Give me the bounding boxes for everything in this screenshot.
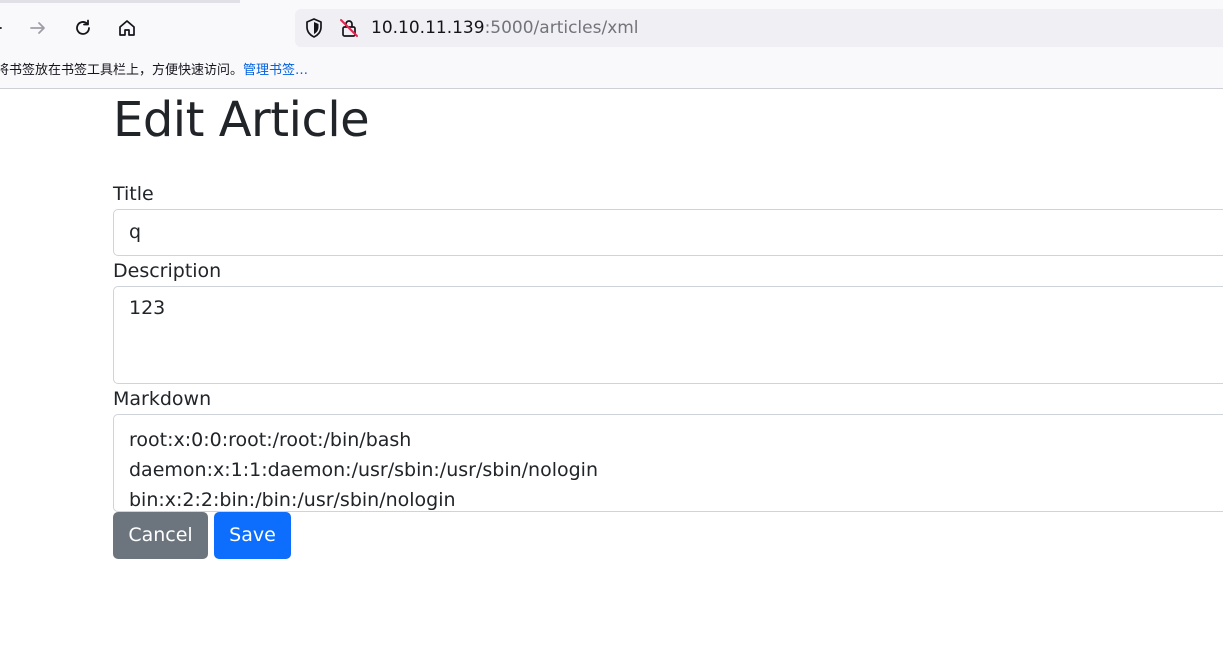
manage-bookmarks-link[interactable]: 管理书签… bbox=[243, 63, 308, 78]
cancel-button[interactable]: Cancel bbox=[113, 512, 208, 559]
arrow-left-icon bbox=[0, 27, 2, 29]
title-label: Title bbox=[113, 183, 154, 205]
page-content: Edit Article Title q Description 123 Mar… bbox=[0, 89, 1223, 653]
markdown-line: daemon:x:1:1:daemon:/usr/sbin:/usr/sbin/… bbox=[129, 459, 598, 481]
url-bar[interactable]: 10.10.11.139:5000/articles/xml bbox=[295, 9, 1223, 47]
title-input[interactable]: q bbox=[113, 209, 1223, 256]
reload-button[interactable] bbox=[67, 12, 99, 44]
markdown-line: root:x:0:0:root:/root:/bin/bash bbox=[129, 429, 412, 451]
url-path: :5000/articles/xml bbox=[484, 18, 639, 38]
description-textarea[interactable]: 123 bbox=[113, 286, 1223, 384]
title-input-value: q bbox=[129, 221, 142, 243]
tab-strip-edge bbox=[0, 0, 240, 3]
reload-icon bbox=[76, 19, 90, 35]
bookmarks-hint-text: 将书签放在书签工具栏上，方便快速访问。 bbox=[0, 63, 244, 78]
bookmarks-hint: 将书签放在书签工具栏上，方便快速访问。管理书签… bbox=[0, 62, 308, 80]
insecure-lock-icon[interactable] bbox=[338, 17, 360, 39]
markdown-label: Markdown bbox=[113, 388, 212, 410]
browser-toolbar: 10.10.11.139:5000/articles/xml bbox=[0, 0, 1223, 56]
markdown-textarea[interactable]: root:x:0:0:root:/root:/bin/bash daemon:x… bbox=[113, 414, 1223, 512]
markdown-line: bin:x:2:2:bin:/bin:/usr/sbin/nologin bbox=[129, 489, 456, 511]
back-button[interactable] bbox=[0, 12, 10, 44]
home-icon bbox=[119, 20, 135, 36]
url-text[interactable]: 10.10.11.139:5000/articles/xml bbox=[371, 18, 639, 38]
url-host: 10.10.11.139 bbox=[371, 18, 485, 38]
description-label: Description bbox=[113, 260, 222, 282]
page-title: Edit Article bbox=[113, 92, 370, 148]
home-button[interactable] bbox=[111, 12, 143, 44]
save-button[interactable]: Save bbox=[214, 512, 291, 559]
arrow-right-icon bbox=[30, 22, 45, 34]
forward-button[interactable] bbox=[22, 12, 54, 44]
shield-icon[interactable] bbox=[303, 17, 325, 39]
description-value: 123 bbox=[129, 297, 166, 319]
bookmarks-bar: 将书签放在书签工具栏上，方便快速访问。管理书签… bbox=[0, 56, 1223, 89]
